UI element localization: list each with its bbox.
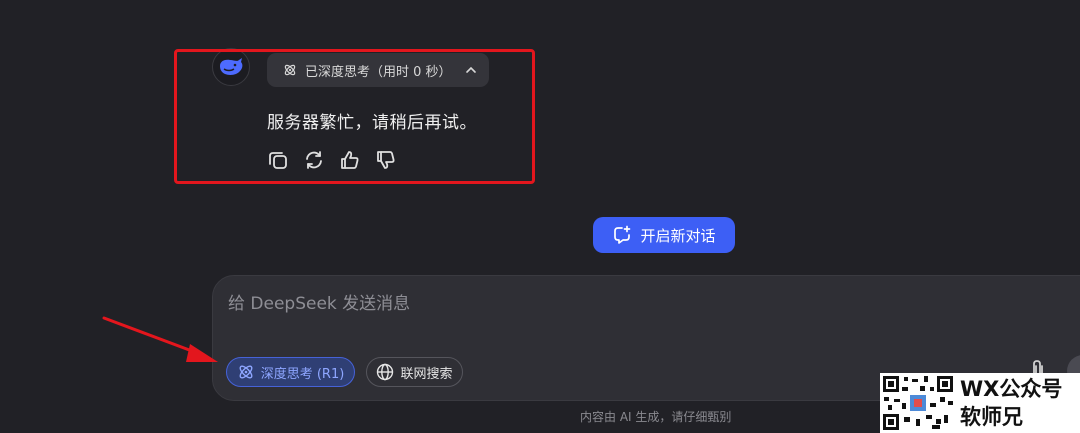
watermark-line-2: 软师兄 [960, 405, 1023, 429]
annotation-highlight-box [174, 49, 535, 184]
watermark-line-1: WX公众号 [960, 377, 1063, 401]
ai-disclaimer: 内容由 AI 生成，请仔细甄别 [580, 410, 732, 424]
watermark-text: WX公众号 软师兄 [960, 375, 1062, 431]
message-input[interactable] [228, 290, 828, 318]
new-chat-label: 开启新对话 [640, 226, 716, 245]
atom-icon [239, 365, 253, 379]
new-chat-icon [614, 225, 631, 244]
qr-code-icon [880, 373, 956, 433]
watermark: WX公众号 软师兄 [880, 373, 1080, 433]
web-search-label: 联网搜索 [400, 366, 453, 382]
new-chat-button[interactable]: 开启新对话 [593, 217, 735, 253]
deep-think-toggle[interactable]: 深度思考 (R1) [226, 357, 355, 387]
deep-think-label: 深度思考 (R1) [260, 366, 345, 382]
web-search-toggle[interactable]: 联网搜索 [366, 357, 463, 387]
annotation-arrow-icon [102, 316, 218, 362]
globe-icon [377, 363, 394, 381]
